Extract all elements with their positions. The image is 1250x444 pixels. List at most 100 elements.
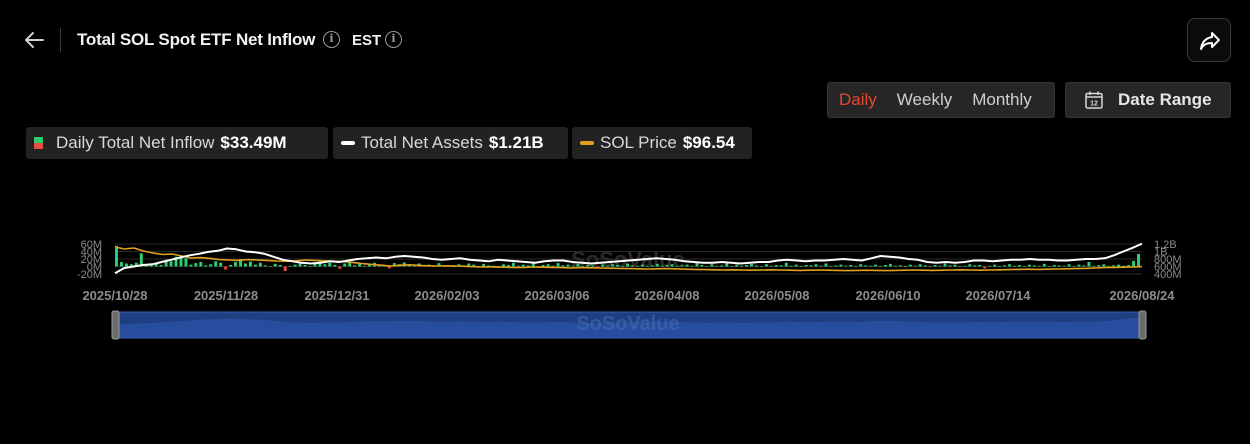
inflow-bar <box>918 264 922 267</box>
inflow-bar <box>864 265 868 267</box>
inflow-bar <box>501 264 505 267</box>
date-range-button[interactable]: 12 Date Range <box>1065 82 1231 118</box>
inflow-bar <box>541 265 545 267</box>
navigator-left-handle[interactable] <box>111 310 120 340</box>
inflow-bar <box>715 265 719 267</box>
inflow-bar <box>333 265 337 267</box>
period-toggle: Daily Weekly Monthly <box>827 82 1055 118</box>
inflow-bar <box>650 265 654 267</box>
inflow-bar <box>115 245 118 267</box>
legend-daily-inflow[interactable]: Daily Total Net Inflow $33.49M <box>26 127 328 159</box>
inflow-bar <box>819 265 823 267</box>
y-right-tick-label: 400M <box>1154 269 1182 281</box>
inflow-bar <box>199 262 203 267</box>
navigator-right-handle[interactable] <box>1138 310 1147 340</box>
inflow-bar <box>387 266 391 269</box>
inflow-bar <box>1057 265 1061 267</box>
inflow-bar <box>283 266 287 271</box>
calendar-icon: 12 <box>1085 91 1103 109</box>
inflow-bar <box>1082 265 1086 267</box>
inflow-bar <box>1067 264 1071 267</box>
inflow-bar <box>293 264 297 267</box>
inflow-bar <box>621 266 625 267</box>
inflow-bar <box>988 265 992 267</box>
title-info-icon[interactable]: i <box>323 31 340 48</box>
x-tick-label: 2025/11/28 <box>194 288 258 303</box>
inflow-bar <box>660 265 664 267</box>
inflow-bar <box>675 266 679 267</box>
inflow-bar <box>219 262 223 267</box>
inflow-bar <box>1032 265 1036 267</box>
inflow-bar <box>769 265 773 267</box>
inflow-bar <box>680 265 684 267</box>
inflow-bar <box>571 265 575 267</box>
back-arrow-icon[interactable] <box>22 28 46 52</box>
x-tick-label: 2025/12/31 <box>304 288 369 303</box>
inflow-bar <box>363 265 367 267</box>
inflow-bar <box>1022 266 1026 267</box>
inflow-bar <box>953 264 957 267</box>
inflow-bar <box>903 266 907 267</box>
share-button[interactable] <box>1187 18 1231 62</box>
inflow-bar <box>968 264 972 267</box>
inflow-bar <box>303 265 307 267</box>
inflow-bar <box>1117 264 1121 267</box>
inflow-bar <box>1097 265 1101 267</box>
inflow-bar <box>645 266 649 267</box>
inflow-bar <box>338 266 342 269</box>
inflow-bar <box>1107 266 1111 267</box>
inflow-bar <box>884 265 887 267</box>
inflow-bar <box>630 265 634 267</box>
inflow-bar <box>973 265 977 267</box>
inflow-bar <box>789 265 793 267</box>
inflow-bar <box>119 262 123 267</box>
x-tick-label: 2026/02/03 <box>414 288 479 303</box>
inflow-chart[interactable]: SoSoValue60M40M20M0M-20M1.2B1B800M600M40… <box>0 230 1250 350</box>
date-range-label: Date Range <box>1118 90 1212 109</box>
inflow-bar <box>521 264 525 267</box>
inflow-bar <box>799 266 803 267</box>
inflow-bar <box>323 264 327 267</box>
calendar-icon-number: 12 <box>1090 101 1098 108</box>
inflow-bar <box>640 264 644 267</box>
inflow-bar <box>844 265 848 267</box>
inflow-bar <box>1137 253 1141 267</box>
inflow-bar <box>859 264 863 267</box>
legend-total-net-assets[interactable]: Total Net Assets $1.21B <box>333 127 568 159</box>
inflow-bar <box>963 265 967 267</box>
inflow-bar <box>1013 265 1016 267</box>
inflow-bar <box>710 264 714 267</box>
inflow-bar <box>601 264 605 267</box>
period-weekly-button[interactable]: Weekly <box>897 90 952 110</box>
period-daily-button[interactable]: Daily <box>839 90 877 110</box>
inflow-bar <box>258 262 262 267</box>
inflow-bar <box>358 263 362 267</box>
share-icon <box>1200 32 1220 50</box>
inflow-bar <box>288 265 292 267</box>
bar-swatch-icon <box>34 137 43 149</box>
legend-sol-price[interactable]: SOL Price $96.54 <box>572 127 752 159</box>
inflow-bar <box>695 263 699 267</box>
legend-value: $96.54 <box>682 133 735 152</box>
inflow-bar <box>243 263 247 267</box>
inflow-bar <box>774 265 778 267</box>
header-divider <box>60 28 61 52</box>
inflow-bar <box>1077 264 1081 267</box>
inflow-bar <box>616 265 620 267</box>
inflow-bar <box>750 263 754 267</box>
navigator-watermark: SoSoValue <box>576 313 679 335</box>
inflow-bar <box>685 264 689 267</box>
inflow-bar <box>670 264 674 267</box>
inflow-bar <box>705 266 709 267</box>
inflow-bar <box>1102 264 1106 267</box>
inflow-bar <box>253 264 257 267</box>
inflow-bar <box>938 265 942 267</box>
timezone-info-icon[interactable]: i <box>385 31 402 48</box>
x-tick-label: 2026/04/08 <box>634 288 699 303</box>
inflow-bar <box>1087 262 1091 267</box>
inflow-bar <box>511 262 515 267</box>
period-monthly-button[interactable]: Monthly <box>972 90 1032 110</box>
inflow-bar <box>755 265 758 267</box>
inflow-bar <box>1052 265 1056 267</box>
inflow-bar <box>169 261 173 267</box>
